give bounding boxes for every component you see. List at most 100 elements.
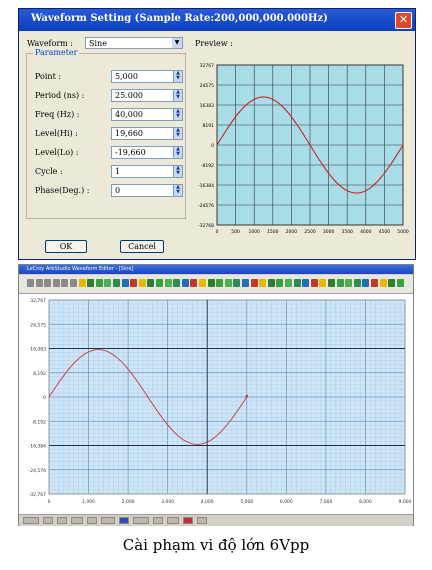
toolbar-tool-icon[interactable] bbox=[362, 279, 370, 287]
toolbar-tool-icon[interactable] bbox=[242, 279, 249, 287]
status-bar-cell[interactable] bbox=[153, 517, 163, 524]
toolbar-tool-icon[interactable] bbox=[181, 279, 189, 287]
toolbar-tool-icon[interactable] bbox=[156, 279, 163, 287]
status-bar-cell[interactable] bbox=[119, 517, 129, 524]
toolbar-tool-icon[interactable] bbox=[113, 279, 120, 287]
point-value: 5,000 bbox=[115, 72, 138, 81]
status-bar-cell[interactable] bbox=[23, 517, 39, 524]
toolbar-tool-icon[interactable] bbox=[328, 279, 335, 287]
editor-y-tick: -24,576 bbox=[29, 468, 47, 474]
period-field[interactable]: 25.000 ▲ ▼ bbox=[111, 89, 183, 102]
toolbar-tool-icon[interactable] bbox=[267, 279, 275, 287]
preview-x-tick: 500 bbox=[231, 229, 240, 235]
toolbar-tool-icon[interactable] bbox=[302, 279, 310, 287]
level-hi-value: 19,660 bbox=[115, 129, 143, 138]
toolbar-tool-icon[interactable] bbox=[95, 279, 103, 287]
toolbar-tool-icon[interactable] bbox=[388, 279, 396, 287]
toolbar-tool-icon[interactable] bbox=[130, 279, 138, 287]
status-bar-cell[interactable] bbox=[43, 517, 53, 524]
toolbar-tool-icon[interactable] bbox=[78, 279, 86, 287]
toolbar-tool-icon[interactable] bbox=[61, 279, 69, 287]
freq-field[interactable]: 40,000 ▲ ▼ bbox=[111, 108, 183, 121]
phase-value: 0 bbox=[115, 186, 121, 195]
level-lo-field[interactable]: -19,660 ▲ ▼ bbox=[111, 146, 183, 159]
status-bar-cell[interactable] bbox=[71, 517, 83, 524]
point-field[interactable]: 5,000 ▲ ▼ bbox=[111, 70, 183, 83]
toolbar-tool-icon[interactable] bbox=[379, 279, 387, 287]
preview-x-tick: 4500 bbox=[379, 229, 391, 235]
cancel-button[interactable]: Cancel bbox=[120, 240, 164, 253]
toolbar-tool-icon[interactable] bbox=[164, 279, 172, 287]
preview-x-tick: 2000 bbox=[286, 229, 298, 235]
toolbar-tool-icon[interactable] bbox=[121, 279, 129, 287]
close-icon[interactable]: ✕ bbox=[395, 12, 412, 29]
toolbar-tool-icon[interactable] bbox=[52, 279, 60, 287]
toolbar-tool-icon[interactable] bbox=[138, 279, 146, 287]
toolbar-tool-icon[interactable] bbox=[44, 279, 52, 287]
editor-x-tick: 9,000 bbox=[399, 499, 412, 505]
level-lo-value: -19,660 bbox=[115, 148, 146, 157]
status-bar-cell[interactable] bbox=[133, 517, 149, 524]
editor-title-bar: LeCroy ArbStudio Waveform Editor - [Sine… bbox=[19, 265, 413, 274]
preview-y-tick: 0 bbox=[211, 143, 214, 149]
toolbar-tool-icon[interactable] bbox=[276, 279, 284, 287]
preview-x-tick: 3500 bbox=[341, 229, 353, 235]
preview-y-tick: -24576 bbox=[198, 203, 214, 209]
toolbar-tool-icon[interactable] bbox=[35, 279, 43, 287]
status-bar-cell[interactable] bbox=[57, 517, 67, 524]
waveform-select-value: Sine bbox=[89, 39, 107, 48]
status-bar-cell[interactable] bbox=[197, 517, 207, 524]
period-label: Period (ns) : bbox=[35, 91, 85, 100]
toolbar-tool-icon[interactable] bbox=[147, 279, 155, 287]
toolbar-tool-icon[interactable] bbox=[224, 279, 232, 287]
cycle-field[interactable]: 1 ▲ ▼ bbox=[111, 165, 183, 178]
editor-chart[interactable]: 0 1,000 2,000 3,000 4,000 5,000 6,000 7,000 8,00… bbox=[19, 294, 413, 514]
status-bar-cell[interactable] bbox=[87, 517, 97, 524]
toolbar-tool-icon[interactable] bbox=[396, 279, 404, 287]
toolbar-tool-icon[interactable] bbox=[250, 279, 258, 287]
toolbar-tool-icon[interactable] bbox=[104, 279, 112, 287]
toolbar-tool-icon[interactable] bbox=[27, 279, 34, 287]
editor-y-tick: 24,575 bbox=[30, 322, 46, 328]
toolbar-tool-icon[interactable] bbox=[285, 279, 292, 287]
editor-status-bar bbox=[19, 514, 413, 526]
waveform-select[interactable]: Sine ▼ bbox=[85, 37, 183, 49]
editor-x-tick: 2,000 bbox=[122, 499, 135, 505]
toolbar-tool-icon[interactable] bbox=[353, 279, 361, 287]
toolbar-tool-icon[interactable] bbox=[87, 279, 95, 287]
cycle-value: 1 bbox=[115, 167, 121, 176]
preview-y-tick: -8192 bbox=[201, 163, 214, 169]
ok-button[interactable]: OK bbox=[45, 240, 87, 253]
toolbar-tool-icon[interactable] bbox=[336, 279, 344, 287]
period-value: 25.000 bbox=[115, 91, 143, 100]
waveform-label: Waveform : bbox=[27, 39, 73, 48]
status-bar-cell[interactable] bbox=[167, 517, 179, 524]
status-bar-cell[interactable] bbox=[101, 517, 115, 524]
toolbar-tool-icon[interactable] bbox=[190, 279, 198, 287]
preview-y-tick: 8191 bbox=[203, 123, 215, 129]
editor-toolbar bbox=[19, 275, 413, 294]
waveform-setting-dialog: Waveform Setting (Sample Rate:200,000,00… bbox=[18, 8, 416, 260]
toolbar-tool-icon[interactable] bbox=[216, 279, 224, 287]
point-label: Point : bbox=[35, 72, 62, 81]
toolbar-tool-icon[interactable] bbox=[345, 279, 353, 287]
toolbar-tool-icon[interactable] bbox=[259, 279, 267, 287]
phase-field[interactable]: 0 ▲ ▼ bbox=[111, 184, 183, 197]
level-hi-field[interactable]: 19,660 ▲ ▼ bbox=[111, 127, 183, 140]
status-bar-cell[interactable] bbox=[183, 517, 193, 524]
toolbar-tool-icon[interactable] bbox=[70, 279, 77, 287]
preview-y-tick: 32767 bbox=[200, 63, 214, 69]
toolbar-tool-icon[interactable] bbox=[293, 279, 301, 287]
editor-x-tick: 1,000 bbox=[82, 499, 95, 505]
toolbar-tool-icon[interactable] bbox=[310, 279, 318, 287]
toolbar-tool-icon[interactable] bbox=[173, 279, 181, 287]
editor-x-tick: 5,000 bbox=[240, 499, 253, 505]
toolbar-tool-icon[interactable] bbox=[207, 279, 215, 287]
toolbar-tool-icon[interactable] bbox=[319, 279, 327, 287]
toolbar-tool-icon[interactable] bbox=[233, 279, 241, 287]
toolbar-tool-icon[interactable] bbox=[199, 279, 206, 287]
preview-x-tick: 4000 bbox=[360, 229, 372, 235]
dialog-title: Waveform Setting (Sample Rate:200,000,00… bbox=[31, 13, 328, 24]
chevron-down-icon[interactable]: ▼ bbox=[172, 38, 182, 48]
toolbar-tool-icon[interactable] bbox=[371, 279, 378, 287]
